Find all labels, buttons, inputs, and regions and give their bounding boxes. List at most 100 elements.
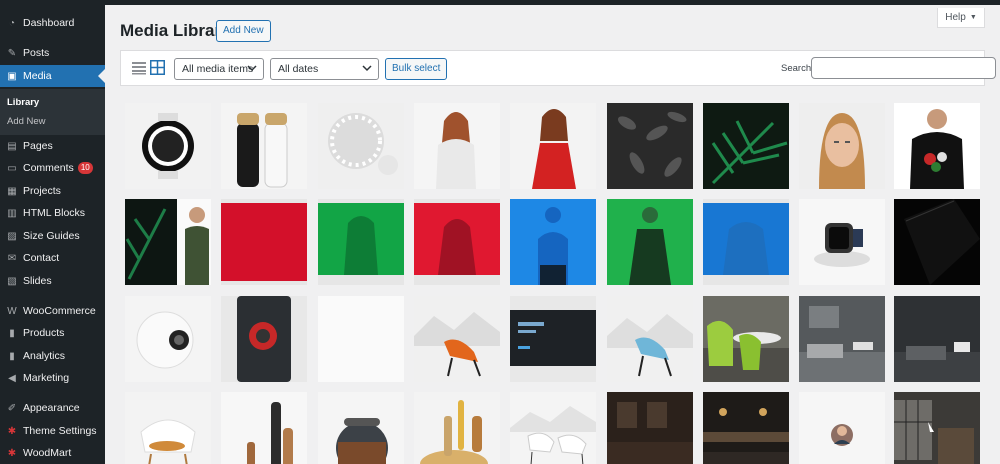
sidebar-item-marketing[interactable]: ◀ Marketing xyxy=(0,367,105,389)
sidebar-item-products[interactable]: ▮ Products xyxy=(0,322,105,344)
attachment-dark-web-banner[interactable] xyxy=(510,296,596,382)
sidebar-item-html-blocks[interactable]: ▥ HTML Blocks xyxy=(0,202,105,224)
sidebar-item-pages[interactable]: ▤ Pages xyxy=(0,135,105,157)
attachment-salt-pepper-mills[interactable] xyxy=(221,103,307,189)
attachment-avatar-circle[interactable] xyxy=(799,392,885,464)
sidebar-item-label: Media xyxy=(23,70,52,82)
sidebar-item-slides[interactable]: ▧ Slides xyxy=(0,270,105,292)
list-view-icon[interactable] xyxy=(132,61,146,75)
attachment-blue-model[interactable] xyxy=(510,199,596,285)
comment-icon: ▭ xyxy=(7,162,17,174)
attachment-watch-white[interactable] xyxy=(125,103,211,189)
sidebar-item-woocommerce[interactable]: W WooCommerce xyxy=(0,300,105,322)
sidebar-item-contact[interactable]: ✉ Contact xyxy=(0,247,105,269)
attachment-palm-man-split[interactable] xyxy=(125,199,211,285)
sidebar-item-label: Size Guides xyxy=(23,230,80,242)
attachment-grey-interior[interactable] xyxy=(799,296,885,382)
pin-icon: ✎ xyxy=(7,47,17,59)
settings-icon: ✱ xyxy=(7,425,17,437)
attachment-red-model[interactable] xyxy=(414,199,500,285)
sidebar-item-projects[interactable]: ▦ Projects xyxy=(0,180,105,202)
sidebar-item-label: Dashboard xyxy=(23,17,75,29)
projects-icon: ▦ xyxy=(7,185,17,197)
attachment-white-speaker[interactable] xyxy=(125,296,211,382)
attachment-green-dress-model[interactable] xyxy=(607,199,693,285)
attachment-wooden-vases[interactable] xyxy=(414,392,500,464)
sidebar-item-label: Theme Settings xyxy=(23,425,97,437)
help-button[interactable]: Help ▼ xyxy=(937,8,985,28)
attachment-black-phone[interactable] xyxy=(894,199,980,285)
attachment-dark-restaurant[interactable] xyxy=(607,392,693,464)
chevron-down-icon xyxy=(362,65,372,72)
sidebar-item-label: WooCommerce xyxy=(23,305,96,317)
page-icon: ▤ xyxy=(7,140,17,152)
attachment-smartwatch-charger[interactable] xyxy=(799,199,885,285)
main-content: Media Library Add New Help ▼ All media i… xyxy=(105,5,1000,464)
attachment-dark-leaves[interactable] xyxy=(607,103,693,189)
sidebar-item-label: Marketing xyxy=(23,372,70,384)
sidebar-item-theme-settings[interactable]: ✱ Theme Settings xyxy=(0,420,105,442)
attachment-green-chairs-interior[interactable] xyxy=(703,296,789,382)
media-type-select[interactable]: All media items xyxy=(174,58,264,80)
attachment-blank-white[interactable] xyxy=(318,296,404,382)
bulk-select-button[interactable]: Bulk select xyxy=(385,58,448,80)
sidebar-top-strip xyxy=(0,0,105,5)
attachment-blue-fade[interactable] xyxy=(703,199,789,285)
sidebar-item-label: WoodMart xyxy=(23,447,72,459)
sidebar-item-label: Projects xyxy=(23,185,61,197)
attachment-dark-interior[interactable] xyxy=(894,296,980,382)
sidebar-item-label: Analytics xyxy=(23,350,66,362)
attachment-dark-bar-interior[interactable] xyxy=(703,392,789,464)
attachment-man-tshirt[interactable] xyxy=(894,103,980,189)
sidebar-item-appearance[interactable]: ✐ Appearance xyxy=(0,397,105,419)
attachment-blue-lounge-chair[interactable] xyxy=(607,296,693,382)
sidebar-item-woodmart[interactable]: ✱ WoodMart xyxy=(0,442,105,464)
sidebar-item-dashboard[interactable]: ◔ Dashboard xyxy=(0,12,105,34)
sidebar-item-label: Slides xyxy=(23,275,52,287)
date-value: All dates xyxy=(278,63,319,75)
attachment-glass-jar[interactable] xyxy=(318,392,404,464)
attachment-white-eames-chair[interactable] xyxy=(125,392,211,464)
attachment-loft-interior[interactable] xyxy=(894,392,980,464)
attachment-woman-red-dress[interactable] xyxy=(510,103,596,189)
media-submenu: Library Add New xyxy=(0,89,105,135)
add-new-button[interactable]: Add New xyxy=(216,20,271,42)
attachment-red-banner[interactable] xyxy=(221,199,307,285)
brush-icon: ✐ xyxy=(7,402,17,414)
sidebar-item-label: Appearance xyxy=(23,402,80,414)
sidebar-item-label: Pages xyxy=(23,140,53,152)
media-type-value: All media items xyxy=(182,63,254,75)
woodmart-icon: ✱ xyxy=(7,447,17,459)
attachment-wooden-pepper-mills[interactable] xyxy=(221,392,307,464)
sidebar-item-label: Posts xyxy=(23,47,50,59)
grid-view-icon[interactable] xyxy=(150,60,165,75)
attachment-woman-white-top[interactable] xyxy=(414,103,500,189)
sidebar-item-media[interactable]: ▣ Media xyxy=(0,65,105,87)
media-toolbar: All media items All dates Bulk select Se… xyxy=(120,50,996,86)
attachment-woman-portrait[interactable] xyxy=(799,103,885,189)
attachment-orange-lounge-chair[interactable] xyxy=(414,296,500,382)
date-select[interactable]: All dates xyxy=(270,58,379,80)
comment-count-badge: 10 xyxy=(77,162,93,174)
attachment-green-model[interactable] xyxy=(318,199,404,285)
megaphone-icon: ◀ xyxy=(8,372,16,384)
size-guide-icon: ▨ xyxy=(7,230,17,242)
slides-icon: ▧ xyxy=(7,275,17,287)
sidebar-item-label: Products xyxy=(23,327,65,339)
submenu-item-library[interactable]: Library xyxy=(7,97,39,108)
attachment-white-sphere[interactable] xyxy=(318,103,404,189)
sidebar-item-size-guides[interactable]: ▨ Size Guides xyxy=(0,225,105,247)
search-input[interactable] xyxy=(811,57,996,79)
products-icon: ▮ xyxy=(9,327,15,339)
chevron-down-icon xyxy=(247,65,257,72)
sidebar-item-label: Comments xyxy=(23,162,74,174)
attachment-palm-leaves[interactable] xyxy=(703,103,789,189)
sidebar-item-posts[interactable]: ✎ Posts xyxy=(0,42,105,64)
attachment-phone-red-camera[interactable] xyxy=(221,296,307,382)
sidebar-item-label: Contact xyxy=(23,252,60,264)
sidebar-item-comments[interactable]: ▭ Comments 10 xyxy=(0,157,105,179)
dashboard-icon: ◔ xyxy=(8,17,16,29)
sidebar-item-analytics[interactable]: ▮ Analytics xyxy=(0,345,105,367)
submenu-item-add-new[interactable]: Add New xyxy=(7,116,46,127)
attachment-white-chairs[interactable] xyxy=(510,392,596,464)
